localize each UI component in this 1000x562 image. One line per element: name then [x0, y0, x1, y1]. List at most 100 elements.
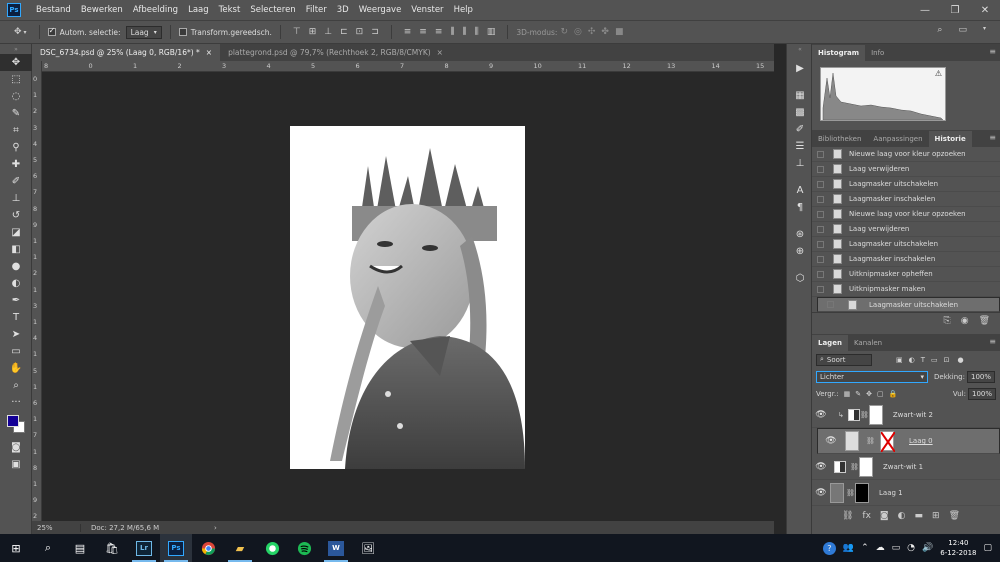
filter-smart-object-icon[interactable]: ⊡ [944, 356, 950, 364]
new-document-from-state-icon[interactable]: ⎘ [944, 316, 951, 326]
volume-icon[interactable]: 🔊 [922, 543, 933, 553]
filter-pixel-icon[interactable]: ▣ [896, 356, 903, 364]
layer-thumbnail[interactable] [830, 482, 844, 503]
new-adjustment-icon[interactable]: ◐ [898, 511, 906, 521]
lock-all-icon[interactable]: 🔒 [889, 390, 898, 398]
panel-menu-icon[interactable]: ≡ [989, 47, 996, 56]
filter-adjustment-icon[interactable]: ◐ [909, 356, 915, 364]
new-group-icon[interactable]: ▬ [915, 511, 924, 521]
auto-align-icon[interactable]: ▥ [487, 27, 496, 37]
swatches-panel-icon[interactable]: ▩ [787, 104, 813, 121]
layer-zwart-wit-1[interactable]: 👁 ⛓ Zwart-wit 1 [812, 454, 1000, 480]
clone-source-icon[interactable]: ⊥ [787, 155, 813, 172]
panel-collapse-icon[interactable]: » [0, 44, 32, 54]
tab-aanpassingen[interactable]: Aanpassingen [867, 131, 928, 147]
panel-menu-icon[interactable]: ≡ [989, 337, 996, 346]
align-bottom-icon[interactable]: ⊥ [324, 27, 332, 37]
distribute-center-icon[interactable]: ≡ [419, 27, 427, 37]
rectangle-tool-icon[interactable]: ▭ [0, 343, 32, 360]
tab-info[interactable]: Info [865, 45, 890, 61]
filter-shape-icon[interactable]: ▭ [931, 356, 938, 364]
hand-tool-icon[interactable]: ✋ [0, 360, 32, 377]
history-brush-source-box[interactable] [817, 285, 824, 293]
history-brush-source-box[interactable] [817, 150, 824, 158]
chevron-down-icon[interactable]: ▾ [24, 29, 27, 36]
crop-tool-icon[interactable]: ⌗ [0, 122, 32, 139]
history-state[interactable]: Nieuwe laag voor kleur opzoeken [812, 207, 1000, 222]
move-tool-icon[interactable]: ✥ [0, 54, 32, 71]
onedrive-icon[interactable]: ☁ [876, 543, 885, 553]
whatsapp-icon[interactable] [256, 534, 288, 562]
distribute-left-icon[interactable]: ⫼ [450, 27, 454, 37]
tab-dsc-6734[interactable]: DSC_6734.psd @ 25% (Laag 0, RGB/16*) * × [32, 44, 221, 61]
menu-help[interactable]: Help [449, 5, 478, 15]
lock-artboard-icon[interactable]: ▢ [877, 390, 884, 398]
properties-panel-icon[interactable]: ⊕ [787, 243, 813, 260]
workspace-icon[interactable]: ▭ [958, 25, 967, 35]
add-mask-icon[interactable]: ◙ [880, 511, 889, 521]
layer-mask-thumbnail[interactable] [859, 456, 873, 477]
gradient-tool-icon[interactable]: ◧ [0, 241, 32, 258]
status-menu-arrow[interactable]: › [214, 524, 217, 532]
history-state[interactable]: Laagmasker uitschakelen [817, 297, 1000, 312]
blend-mode-dropdown[interactable]: Lichter ▾ [816, 370, 928, 383]
3d-rotate-icon[interactable]: ↻ [560, 27, 568, 37]
photoshop-taskbar-icon[interactable]: Ps [160, 534, 192, 562]
layer-name[interactable]: Zwart-wit 1 [883, 463, 923, 471]
chevron-down-icon[interactable]: ▾ [983, 25, 986, 35]
visibility-eye-icon[interactable]: 👁 [822, 436, 840, 446]
layer-style-icon[interactable]: fx [862, 511, 871, 521]
layer-laag-1[interactable]: 👁 ⛓ Laag 1 [812, 480, 1000, 506]
more-tools-icon[interactable]: ··· [0, 394, 32, 411]
tab-lagen[interactable]: Lagen [812, 335, 848, 351]
panel-menu-icon[interactable]: ≡ [989, 133, 996, 142]
tab-bibliotheken[interactable]: Bibliotheken [812, 131, 867, 147]
layer-mask-thumbnail[interactable] [868, 404, 883, 425]
clone-stamp-tool-icon[interactable]: ⊥ [0, 190, 32, 207]
tab-plattegrond[interactable]: plattegrond.psd @ 79,7% (Rechthoek 2, RG… [220, 44, 451, 61]
history-brush-source-box[interactable] [817, 240, 824, 248]
history-brush-source-box[interactable] [817, 165, 824, 173]
tab-kanalen[interactable]: Kanalen [848, 335, 888, 351]
layer-laag-0[interactable]: 👁 ⛓ Laag 0 [817, 428, 1000, 454]
menu-bewerken[interactable]: Bewerken [76, 5, 128, 15]
history-brush-source-box[interactable] [817, 255, 824, 263]
play-actions-icon[interactable]: ▶ [787, 60, 813, 77]
new-layer-icon[interactable]: ⊞ [932, 511, 940, 521]
history-state[interactable]: Laagmasker inschakelen [812, 252, 1000, 267]
marquee-tool-icon[interactable]: ⬚ [0, 71, 32, 88]
spotify-icon[interactable] [288, 534, 320, 562]
brush-panel-icon[interactable]: ✐ [787, 121, 813, 138]
history-state[interactable]: Uitknipmasker maken [812, 282, 1000, 297]
lightroom-taskbar-icon[interactable]: Lr [128, 534, 160, 562]
layer-name[interactable]: Laag 1 [879, 489, 903, 497]
history-state[interactable]: Laag verwijderen [812, 222, 1000, 237]
menu-afbeelding[interactable]: Afbeelding [128, 5, 183, 15]
align-right-icon[interactable]: ⊐ [371, 27, 379, 37]
layer-thumbnail[interactable] [845, 431, 859, 451]
healing-brush-tool-icon[interactable]: ✚ [0, 156, 32, 173]
menu-3d[interactable]: 3D [332, 5, 354, 15]
trash-icon[interactable]: 🗑 [949, 511, 960, 521]
auto-select-dropdown[interactable]: Laag ▾ [125, 25, 162, 39]
lock-position-icon[interactable]: ✥ [866, 390, 872, 398]
canvas-area[interactable] [42, 72, 774, 521]
opacity-input[interactable]: 100% [967, 370, 996, 383]
distribute-hcenter-icon[interactable]: ⫼ [463, 27, 467, 37]
chevron-up-icon[interactable]: ⌃ [861, 543, 869, 553]
close-tab-icon[interactable]: × [206, 48, 212, 57]
screen-mode-icon[interactable]: ▣ [0, 456, 32, 473]
color-panel-icon[interactable]: ▦ [787, 87, 813, 104]
path-selection-tool-icon[interactable]: ➤ [0, 326, 32, 343]
foreground-color-swatch[interactable] [7, 415, 19, 427]
blur-tool-icon[interactable]: ● [0, 258, 32, 275]
distribute-bottom-icon[interactable]: ≡ [435, 27, 443, 37]
cache-warning-icon[interactable]: ⚠ [935, 69, 942, 78]
photos-icon[interactable]: 🖼 [352, 534, 384, 562]
fill-input[interactable]: 100% [967, 387, 996, 400]
lock-transparent-icon[interactable]: ▦ [844, 390, 851, 398]
history-brush-tool-icon[interactable]: ↺ [0, 207, 32, 224]
quick-select-tool-icon[interactable]: ✎ [0, 105, 32, 122]
transform-controls-checkbox[interactable] [178, 28, 187, 36]
distribute-right-icon[interactable]: ⫼ [475, 27, 479, 37]
